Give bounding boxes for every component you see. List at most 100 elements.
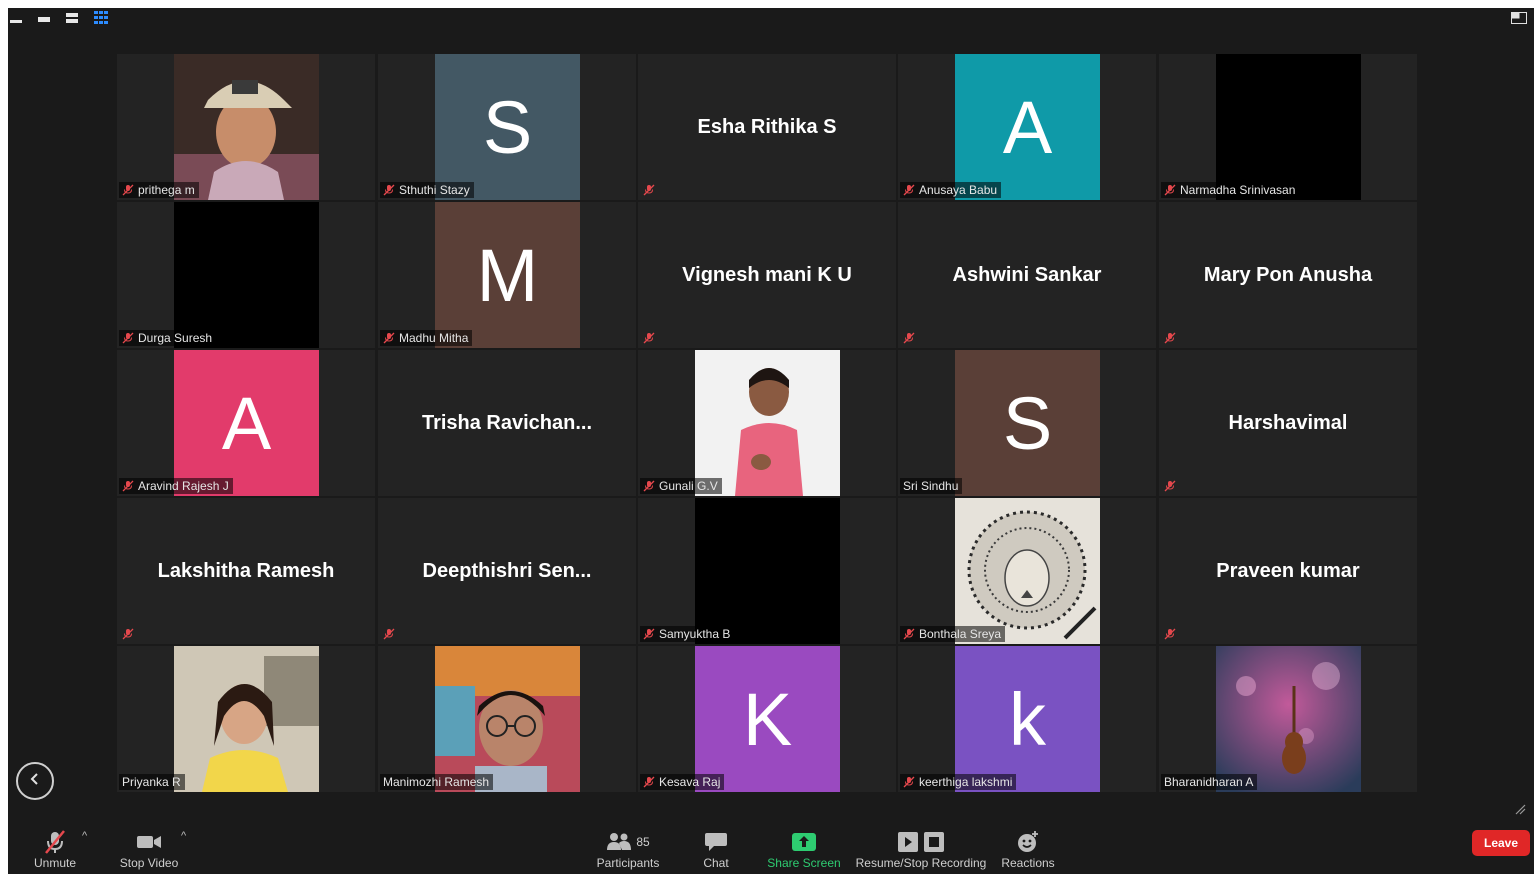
share-screen-icon: [791, 828, 817, 856]
participant-tile[interactable]: Praveen kumar: [1159, 498, 1417, 644]
participant-tile[interactable]: Durga Suresh: [117, 202, 375, 348]
participant-tile[interactable]: Gunali G.V: [638, 350, 896, 496]
participant-display-name: Vignesh mani K U: [682, 263, 852, 286]
participant-label: prithega m: [119, 182, 199, 198]
participant-label: [640, 330, 659, 346]
participant-label: Manimozhi Ramesh: [380, 774, 494, 790]
participant-tile[interactable]: Deepthishri Sen...: [378, 498, 636, 644]
participant-tile[interactable]: Ashwini Sankar: [898, 202, 1156, 348]
mic-muted-icon: [903, 184, 915, 196]
avatar: M: [435, 202, 580, 348]
participant-display-name: Mary Pon Anusha: [1203, 263, 1373, 286]
participant-display-name: Esha Rithika S: [697, 115, 837, 138]
participant-label: Samyuktha B: [640, 626, 735, 642]
participant-tile[interactable]: Bharanidharan A: [1159, 646, 1417, 792]
exit-fullscreen-icon[interactable]: [1511, 11, 1527, 24]
mic-muted-icon: [1164, 332, 1176, 344]
profile-photo: [1216, 646, 1361, 792]
avatar: S: [435, 54, 580, 200]
minimize-icon[interactable]: [10, 13, 22, 23]
participant-label: [380, 626, 399, 642]
mic-muted-icon: [122, 480, 134, 492]
resize-grip-icon: [1514, 802, 1526, 820]
recording-button[interactable]: Resume/Stop Recording: [854, 828, 988, 870]
view-bars-icon[interactable]: [66, 13, 78, 23]
participant-name: Kesava Raj: [659, 775, 721, 789]
participant-label: Aravind Rajesh J: [119, 478, 233, 494]
participant-tile[interactable]: A Aravind Rajesh J: [117, 350, 375, 496]
profile-photo: [955, 498, 1100, 644]
participant-name: Aravind Rajesh J: [138, 479, 229, 493]
mic-muted-icon: [643, 184, 655, 196]
reactions-button[interactable]: Reactions: [998, 828, 1058, 870]
mic-muted-icon: [1164, 628, 1176, 640]
participant-tile[interactable]: Bonthala Sreya: [898, 498, 1156, 644]
participant-name: Manimozhi Ramesh: [383, 775, 490, 789]
participant-tile[interactable]: Harshavimal: [1159, 350, 1417, 496]
mic-muted-icon: [383, 628, 395, 640]
chat-label: Chat: [703, 856, 729, 870]
restore-icon[interactable]: [38, 13, 50, 23]
participant-tile[interactable]: Mary Pon Anusha: [1159, 202, 1417, 348]
mic-muted-icon: [643, 628, 655, 640]
video-feed-off: [1216, 54, 1361, 200]
participant-name: Bonthala Sreya: [919, 627, 1002, 641]
chat-button[interactable]: Chat: [696, 828, 736, 870]
participant-tile[interactable]: S Sri Sindhu: [898, 350, 1156, 496]
participants-icon: [606, 831, 632, 854]
unmute-button[interactable]: Unmute: [28, 828, 82, 870]
participant-tile[interactable]: Vignesh mani K U: [638, 202, 896, 348]
participant-label: Anusaya Babu: [900, 182, 1002, 198]
mic-muted-icon: [383, 184, 395, 196]
mic-muted-icon: [643, 480, 655, 492]
participant-tile[interactable]: Lakshitha Ramesh: [117, 498, 375, 644]
participant-label: Kesava Raj: [640, 774, 725, 790]
back-arrow-icon: [28, 772, 42, 791]
mic-muted-icon: [122, 184, 134, 196]
participant-tile[interactable]: Esha Rithika S: [638, 54, 896, 200]
avatar: K: [695, 646, 840, 792]
participant-tile[interactable]: M Madhu Mitha: [378, 202, 636, 348]
participant-tile[interactable]: A Anusaya Babu: [898, 54, 1156, 200]
leave-button[interactable]: Leave: [1472, 830, 1530, 856]
share-screen-button[interactable]: Share Screen: [766, 828, 842, 870]
recording-label: Resume/Stop Recording: [855, 856, 987, 870]
stop-video-label: Stop Video: [119, 856, 179, 870]
participant-name: Durga Suresh: [138, 331, 213, 345]
mic-muted-icon: [122, 332, 134, 344]
mic-muted-icon: [903, 628, 915, 640]
share-screen-label: Share Screen: [767, 856, 841, 870]
participant-label: Priyanka R: [119, 774, 185, 790]
previous-page-button[interactable]: [16, 762, 54, 800]
participant-tile[interactable]: Narmadha Srinivasan: [1159, 54, 1417, 200]
participant-name: Samyuktha B: [659, 627, 731, 641]
participant-label: keerthiga lakshmi: [900, 774, 1017, 790]
profile-photo: [435, 646, 580, 792]
participant-tile[interactable]: K Kesava Raj: [638, 646, 896, 792]
avatar: S: [955, 350, 1100, 496]
participant-tile[interactable]: Manimozhi Ramesh: [378, 646, 636, 792]
mic-muted-icon: [903, 776, 915, 788]
participant-label: [1161, 478, 1180, 494]
participant-name: keerthiga lakshmi: [919, 775, 1013, 789]
participant-label: Sthuthi Stazy: [380, 182, 474, 198]
meeting-window: prithega m S Sthuthi Stazy Esha Rithika SAA…: [8, 8, 1534, 874]
gallery-grid-icon[interactable]: [94, 11, 108, 24]
participant-tile[interactable]: S Sthuthi Stazy: [378, 54, 636, 200]
participant-tile[interactable]: k keerthiga lakshmi: [898, 646, 1156, 792]
mic-muted-icon: [1164, 184, 1176, 196]
stop-video-button[interactable]: Stop Video: [114, 828, 184, 870]
video-options-caret[interactable]: ^: [181, 830, 186, 842]
mic-muted-icon: [643, 332, 655, 344]
mic-muted-icon: [383, 332, 395, 344]
participant-tile[interactable]: Samyuktha B: [638, 498, 896, 644]
audio-options-caret[interactable]: ^: [82, 830, 87, 842]
participants-label: Participants: [596, 856, 660, 870]
participant-label: Bharanidharan A: [1161, 774, 1258, 790]
participant-tile[interactable]: Trisha Ravichan...: [378, 350, 636, 496]
participant-label: Madhu Mitha: [380, 330, 473, 346]
participant-tile[interactable]: Priyanka R: [117, 646, 375, 792]
participant-tile[interactable]: prithega m: [117, 54, 375, 200]
participant-name: Gunali G.V: [659, 479, 718, 493]
participants-button[interactable]: 85 Participants: [592, 828, 664, 870]
